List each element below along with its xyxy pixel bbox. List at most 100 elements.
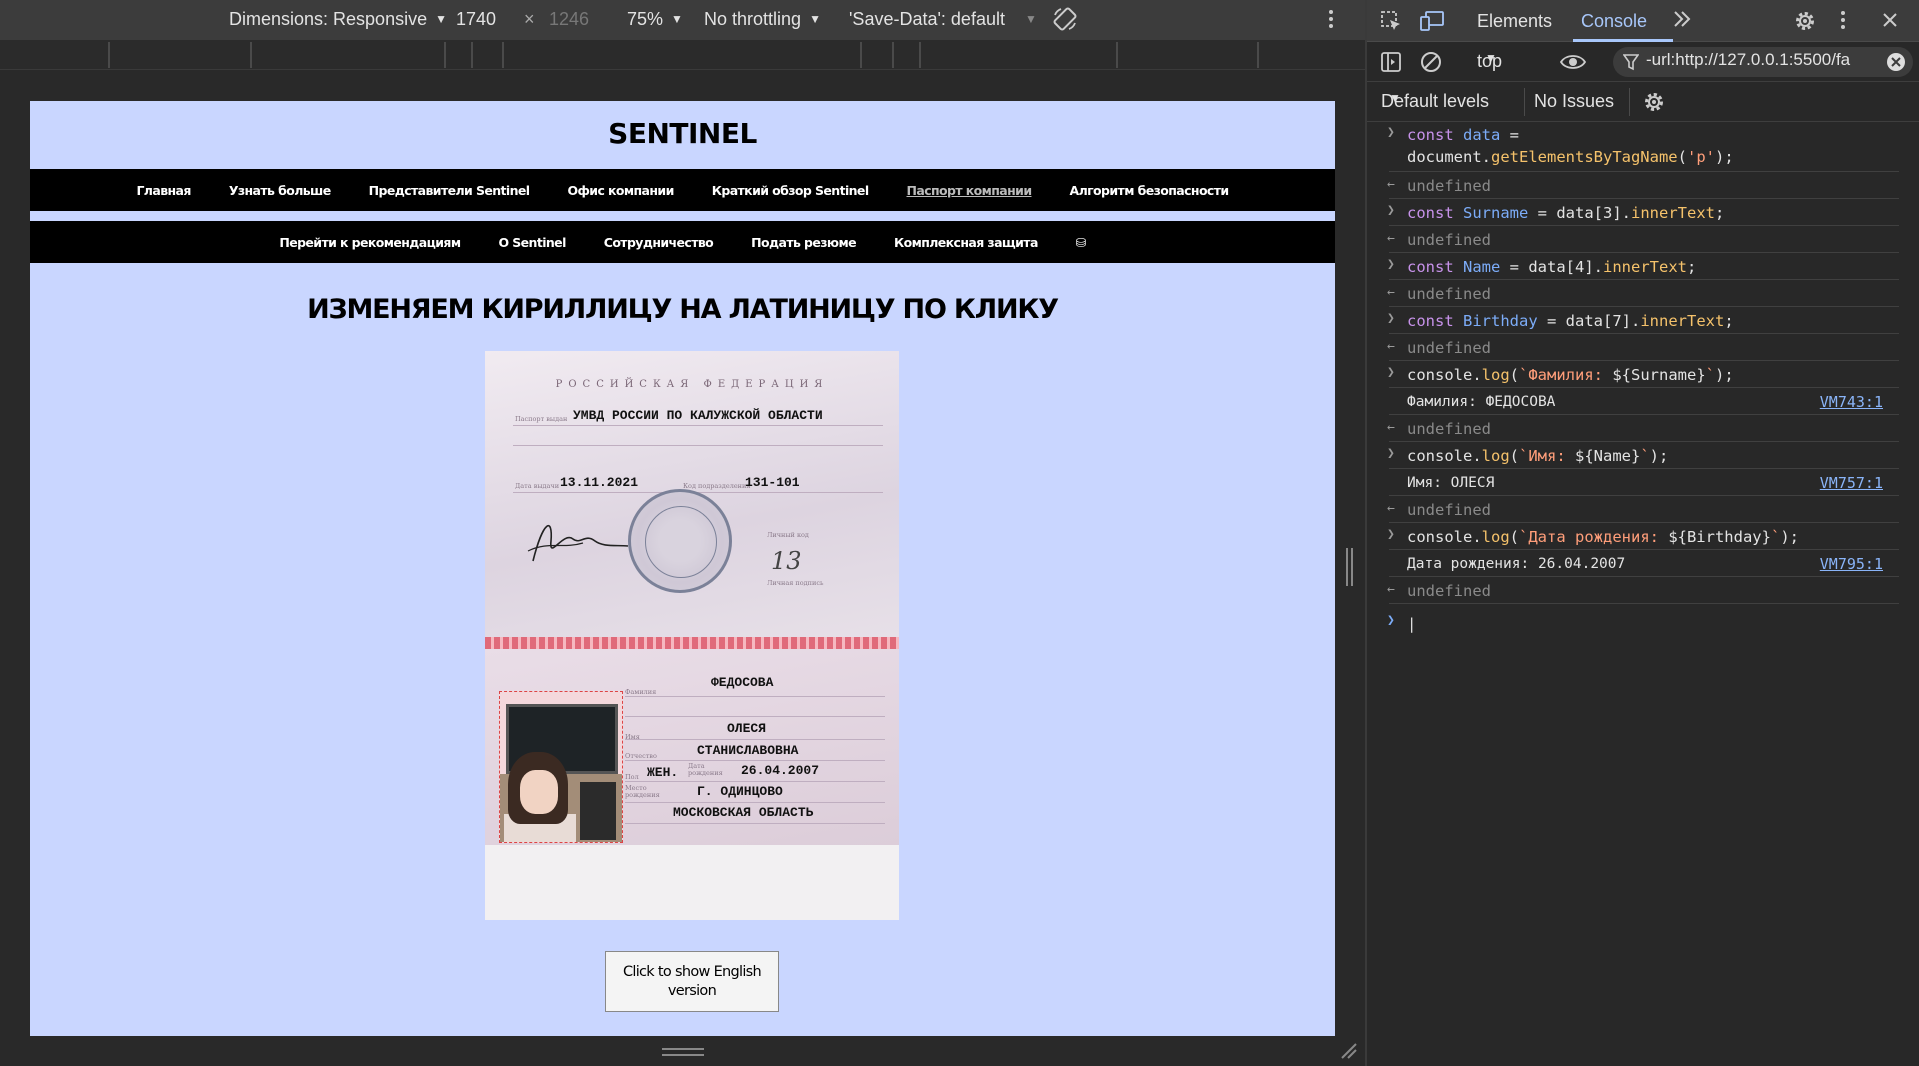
birth-date: 26.04.2007 bbox=[741, 763, 820, 778]
nav-secondary-item-4[interactable]: Комплексная защита bbox=[894, 235, 1038, 250]
secondary-nav: Перейти к рекомендациям О Sentinel Сотрудн… bbox=[30, 221, 1335, 263]
console-separator bbox=[1389, 333, 1899, 334]
console-separator bbox=[1389, 468, 1899, 469]
caret-down-icon: ▼ bbox=[435, 12, 447, 26]
birth-place-label: Место рождения bbox=[625, 784, 660, 799]
height-input[interactable]: 1246 bbox=[549, 9, 589, 30]
clear-console-icon[interactable] bbox=[1419, 50, 1443, 79]
console-separator bbox=[1389, 306, 1899, 307]
console-levels-bar: Default levels ▼ No Issues bbox=[1367, 82, 1919, 122]
tab-console[interactable]: Console bbox=[1581, 11, 1647, 32]
live-expression-eye-icon[interactable] bbox=[1559, 50, 1587, 79]
console-toolbar: top ▼ -url:http://127.0.0.1:5500/fa bbox=[1367, 42, 1919, 82]
console-separator bbox=[1389, 576, 1899, 577]
passport-country: РОССИЙСКАЯ ФЕДЕРАЦИЯ bbox=[555, 379, 829, 390]
caret-down-icon: ▼ bbox=[1389, 91, 1401, 105]
input-chevron-icon: ❯ bbox=[1387, 527, 1395, 542]
corner-resize-icon[interactable] bbox=[1338, 1040, 1358, 1060]
devtools-menu-icon[interactable] bbox=[1840, 9, 1846, 36]
console-log-row: VM757:1 Имя: ОЛЕСЯ bbox=[1367, 470, 1919, 497]
devtools-tab-bar: Elements Console bbox=[1367, 0, 1919, 42]
rotate-icon[interactable] bbox=[1052, 6, 1078, 37]
issued-by: УМВД РОССИИ ПО КАЛУЖСКОЙ ОБЛАСТИ bbox=[573, 408, 823, 423]
dimensions-dropdown[interactable]: Dimensions: Responsive ▼ bbox=[229, 9, 447, 30]
nav-primary-item-1[interactable]: Узнать больше bbox=[229, 183, 331, 198]
show-english-button[interactable]: Click to show English version bbox=[605, 951, 779, 1012]
sex: ЖЕН. bbox=[647, 765, 679, 780]
result-arrow-icon: ← bbox=[1387, 420, 1395, 435]
input-chevron-icon: ❯ bbox=[1387, 203, 1395, 218]
console-input-row: ❯ console.log(`Дата рождения: ${Birthday}… bbox=[1367, 524, 1919, 551]
nav-primary-item-4[interactable]: Краткий обзор Sentinel bbox=[712, 183, 869, 198]
console-separator bbox=[1389, 387, 1899, 388]
console-separator bbox=[1389, 441, 1899, 442]
console-input-text: const data = document.getElementsByTagNa… bbox=[1407, 126, 1734, 166]
result-arrow-icon: ← bbox=[1387, 177, 1395, 192]
nav-secondary-item-3[interactable]: Подать резюме bbox=[751, 235, 856, 250]
media-query-ruler[interactable] bbox=[0, 40, 1365, 70]
input-chevron-icon: ❯ bbox=[1387, 365, 1395, 380]
clear-filter-icon[interactable] bbox=[1886, 52, 1906, 77]
issue-date: 13.11.2021 bbox=[560, 475, 639, 490]
throttling-dropdown[interactable]: No throttling ▼ bbox=[704, 9, 821, 30]
console-result-text: undefined bbox=[1407, 231, 1491, 249]
settings-gear-icon[interactable] bbox=[1793, 9, 1817, 38]
nav-primary-item-6[interactable]: Алгоритм безопасности bbox=[1070, 183, 1230, 198]
nav-secondary-item-1[interactable]: О Sentinel bbox=[498, 235, 566, 250]
birth-date-label: Дата рождения bbox=[688, 762, 723, 777]
input-chevron-icon: ❯ bbox=[1387, 257, 1395, 272]
vertical-resize-handle[interactable] bbox=[662, 1048, 704, 1056]
sidebar-toggle-icon[interactable] bbox=[1379, 50, 1403, 79]
tab-elements[interactable]: Elements bbox=[1477, 11, 1552, 32]
zoom-label: 75% bbox=[627, 9, 664, 29]
more-tabs-icon[interactable] bbox=[1672, 8, 1692, 35]
result-arrow-icon: ← bbox=[1387, 231, 1395, 246]
nav-secondary-item-5[interactable]: ⛁ bbox=[1076, 235, 1086, 250]
save-data-dropdown[interactable]: 'Save-Data': default ▼ bbox=[849, 9, 1037, 30]
console-input-text: console.log(`Фамилия: ${Surname}`); bbox=[1407, 366, 1734, 384]
nav-secondary-item-2[interactable]: Сотрудничество bbox=[604, 235, 714, 250]
width-input[interactable]: 1740 bbox=[456, 9, 496, 30]
console-source-link[interactable]: VM743:1 bbox=[1820, 393, 1883, 411]
horizontal-resize-handle[interactable] bbox=[1346, 548, 1353, 586]
inspect-element-icon[interactable] bbox=[1379, 9, 1403, 38]
device-toggle-icon[interactable] bbox=[1419, 9, 1445, 38]
console-filter-input[interactable]: -url:http://127.0.0.1:5500/fa bbox=[1613, 47, 1913, 77]
patronymic-label: Отчество bbox=[625, 752, 657, 760]
console-separator bbox=[1389, 225, 1899, 226]
console-result-row: ← undefined bbox=[1367, 281, 1919, 308]
issues-button[interactable]: No Issues bbox=[1534, 91, 1614, 112]
console-input-row: ❯ const data = document.getElementsByTagN… bbox=[1367, 122, 1919, 173]
console-input-text: console.log(`Имя: ${Name}`); bbox=[1407, 447, 1669, 465]
more-options-icon[interactable] bbox=[1328, 8, 1334, 35]
personal-signature-label: Личная подпись bbox=[767, 579, 824, 587]
console-log-text: Фамилия: ФЕДОСОВА bbox=[1407, 394, 1556, 410]
nav-primary-item-0[interactable]: Главная bbox=[136, 183, 191, 198]
nav-primary-item-2[interactable]: Представители Sentinel bbox=[369, 183, 530, 198]
console-input-text: const Name = data[4].innerText; bbox=[1407, 258, 1697, 276]
nav-secondary-item-0[interactable]: Перейти к рекомендациям bbox=[279, 235, 461, 250]
zoom-dropdown[interactable]: 75% ▼ bbox=[627, 9, 683, 30]
passport-photo bbox=[499, 691, 623, 843]
console-prompt[interactable]: ❯ | bbox=[1367, 611, 1919, 637]
console-source-link[interactable]: VM757:1 bbox=[1820, 474, 1883, 492]
issue-date-label: Дата выдачи bbox=[515, 482, 560, 490]
emulated-page: SENTINEL Главная Узнать больше Представите… bbox=[30, 101, 1335, 1036]
close-devtools-icon[interactable] bbox=[1880, 10, 1900, 35]
console-result-row: ← undefined bbox=[1367, 227, 1919, 254]
console-source-link[interactable]: VM795:1 bbox=[1820, 555, 1883, 573]
console-log-text: Дата рождения: 26.04.2007 bbox=[1407, 556, 1626, 572]
passport-blank-area bbox=[485, 845, 899, 920]
console-separator bbox=[1389, 360, 1899, 361]
console-result-text: undefined bbox=[1407, 339, 1491, 357]
console-result-text: undefined bbox=[1407, 582, 1491, 600]
console-input-row: ❯ console.log(`Имя: ${Name}`); bbox=[1367, 443, 1919, 470]
console-result-row: ← undefined bbox=[1367, 497, 1919, 524]
nav-primary-item-5[interactable]: Паспорт компании bbox=[907, 183, 1033, 198]
filter-funnel-icon bbox=[1622, 53, 1640, 76]
console-input-row: ❯ const Birthday = data[7].innerText; bbox=[1367, 308, 1919, 335]
nav-primary-item-3[interactable]: Офис компании bbox=[567, 183, 674, 198]
console-settings-gear-icon[interactable] bbox=[1642, 90, 1666, 119]
result-arrow-icon: ← bbox=[1387, 582, 1395, 597]
page-heading: ИЗМЕНЯЕМ КИРИЛЛИЦУ НА ЛАТИНИЦУ ПО КЛИКУ bbox=[307, 294, 1059, 325]
